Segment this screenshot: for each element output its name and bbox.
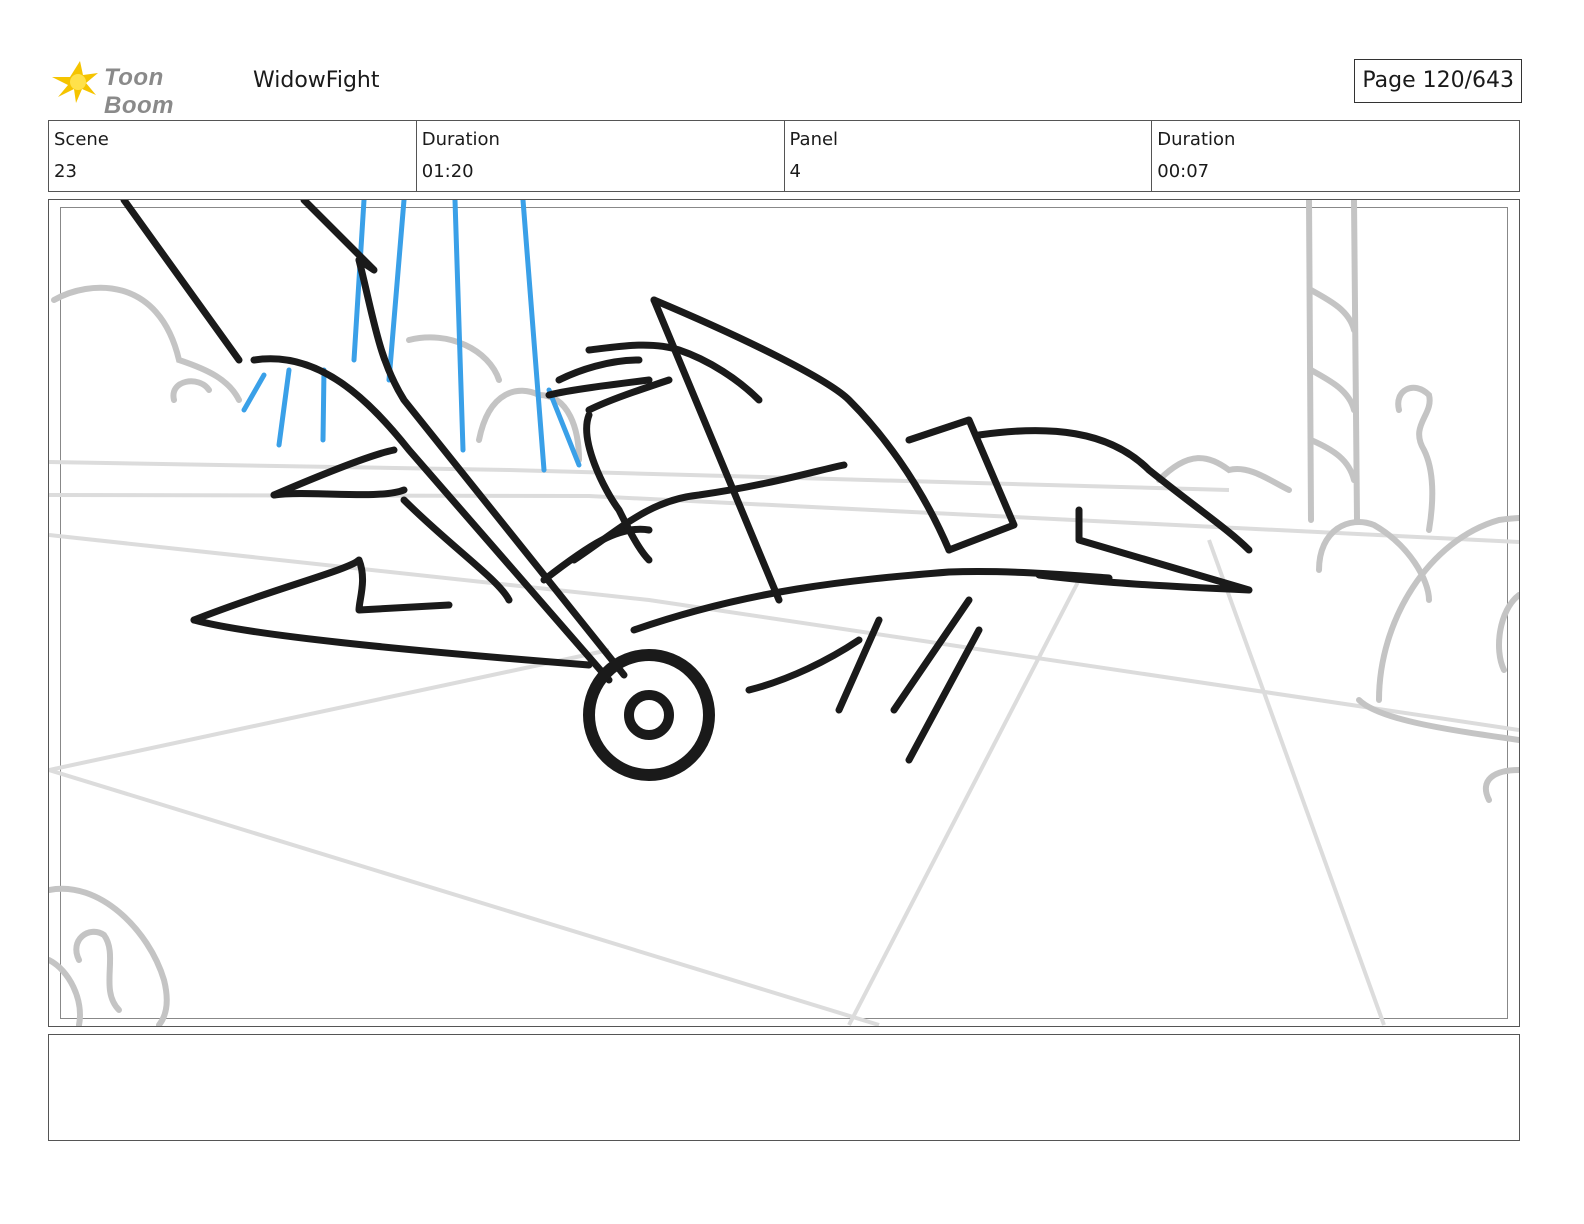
panel-notes-box xyxy=(48,1034,1520,1141)
panel-duration-label: Duration xyxy=(1157,129,1236,150)
panel-value: 4 xyxy=(789,161,801,182)
scene-duration-cell: Duration 01:20 xyxy=(415,121,784,191)
panel-label: Panel xyxy=(789,129,839,150)
scene-value: 23 xyxy=(54,161,77,182)
page-counter: Page 120/643 xyxy=(1354,59,1522,103)
floor-lines xyxy=(49,460,1519,1026)
page-header: Toon Boom WidowFight Page 120/643 xyxy=(50,55,1522,119)
panel-sketch xyxy=(49,200,1519,1026)
scene-cell: Scene 23 xyxy=(49,121,416,191)
panel-duration-value: 00:07 xyxy=(1157,161,1210,182)
scene-duration-value: 01:20 xyxy=(421,161,474,182)
project-title: WidowFight xyxy=(253,68,380,93)
star-burst-icon xyxy=(52,61,98,103)
logo-wordmark: Toon Boom xyxy=(104,64,174,119)
action-lines xyxy=(241,200,582,473)
storyboard-panel xyxy=(48,199,1520,1027)
panel-duration-cell: Duration 00:07 xyxy=(1151,121,1519,191)
scene-label: Scene xyxy=(54,129,109,150)
toon-boom-logo: Toon Boom xyxy=(50,55,240,119)
panel-cell: Panel 4 xyxy=(783,121,1152,191)
background-sketch xyxy=(49,200,1519,1026)
scene-duration-label: Duration xyxy=(421,129,500,150)
scene-info-table: Scene 23 Duration 01:20 Panel 4 Duration… xyxy=(48,120,1520,192)
